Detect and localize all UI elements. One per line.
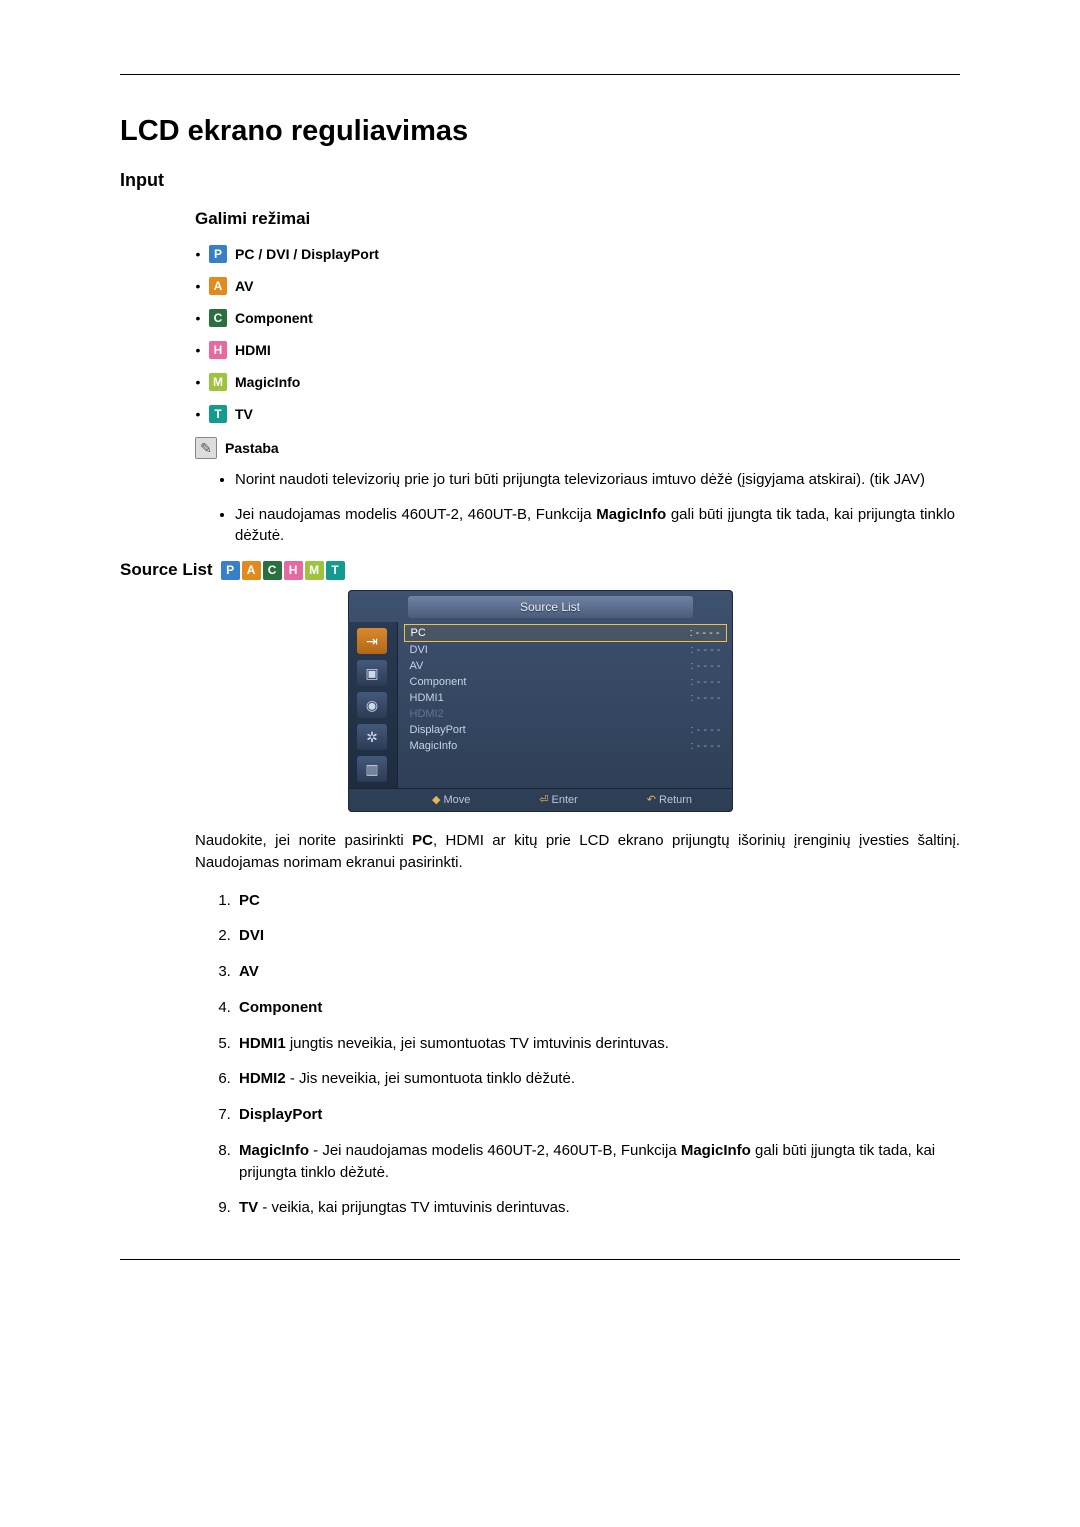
p-icon: P bbox=[209, 245, 227, 263]
t-icon: T bbox=[326, 561, 345, 580]
osd-row: HDMI2 bbox=[404, 706, 727, 722]
note-label: Pastaba bbox=[225, 440, 279, 456]
c-icon: C bbox=[263, 561, 282, 580]
osd-footer: ◆ Move ⏎ Enter ↶ Return bbox=[348, 788, 733, 812]
modes-list: •PPC / DVI / DisplayPort•AAV•CComponent•… bbox=[195, 245, 960, 423]
osd-rows: PC: - - - -DVI: - - - -AV: - - - -Compon… bbox=[398, 622, 733, 788]
m-icon: M bbox=[209, 373, 227, 391]
rule-top bbox=[120, 74, 960, 75]
mode-label: AV bbox=[235, 278, 253, 294]
list-item: Component bbox=[235, 997, 960, 1019]
mode-item: •HHDMI bbox=[195, 341, 960, 359]
osd-foot-return: Return bbox=[659, 794, 692, 806]
icon-strip: P A C H M T bbox=[221, 561, 345, 580]
mode-item: •TTV bbox=[195, 405, 960, 423]
mode-item: •MMagicInfo bbox=[195, 373, 960, 391]
osd-sidebar-multi-icon: ▥ bbox=[357, 756, 387, 782]
t-icon: T bbox=[209, 405, 227, 423]
p-icon: P bbox=[221, 561, 240, 580]
mode-label: MagicInfo bbox=[235, 374, 300, 390]
h-icon: H bbox=[284, 561, 303, 580]
osd-row: AV: - - - - bbox=[404, 658, 727, 674]
h-icon: H bbox=[209, 341, 227, 359]
mode-item: •PPC / DVI / DisplayPort bbox=[195, 245, 960, 263]
list-item: DVI bbox=[235, 925, 960, 947]
osd-header: Source List bbox=[408, 596, 693, 618]
osd-foot-move: Move bbox=[443, 794, 470, 806]
list-item: TV - veikia, kai prijungtas TV imtuvinis… bbox=[235, 1197, 960, 1219]
osd-sidebar: ⇥ ▣ ◉ ✲ ▥ bbox=[348, 622, 398, 788]
mode-label: PC / DVI / DisplayPort bbox=[235, 246, 379, 262]
page-title: LCD ekrano reguliavimas bbox=[120, 115, 960, 148]
rule-bottom bbox=[120, 1259, 960, 1260]
osd-sidebar-picture-icon: ▣ bbox=[357, 660, 387, 686]
source-list-heading: Source List P A C H M T bbox=[120, 560, 960, 580]
a-icon: A bbox=[242, 561, 261, 580]
osd-screenshot: Source List ⇥ ▣ ◉ ✲ ▥ PC: - - - -DVI: - … bbox=[120, 590, 960, 812]
mode-item: •AAV bbox=[195, 277, 960, 295]
osd-row: DisplayPort: - - - - bbox=[404, 722, 727, 738]
note-icon: ✎ bbox=[195, 437, 217, 459]
sub-modes: Galimi režimai bbox=[195, 209, 960, 229]
mode-label: TV bbox=[235, 406, 253, 422]
osd-sidebar-setup-icon: ✲ bbox=[357, 724, 387, 750]
list-item: HDMI1 jungtis neveikia, jei sumontuotas … bbox=[235, 1033, 960, 1055]
osd-row: MagicInfo: - - - - bbox=[404, 738, 727, 754]
source-list-title: Source List bbox=[120, 560, 213, 580]
osd-sidebar-input-icon: ⇥ bbox=[357, 628, 387, 654]
list-item: PC bbox=[235, 890, 960, 912]
osd-row: PC: - - - - bbox=[404, 624, 727, 642]
mode-label: Component bbox=[235, 310, 313, 326]
note-item: Norint naudoti televizorių prie jo turi … bbox=[235, 469, 955, 490]
list-item: HDMI2 - Jis neveikia, jei sumontuota tin… bbox=[235, 1068, 960, 1090]
osd-row: HDMI1: - - - - bbox=[404, 690, 727, 706]
osd-sidebar-sound-icon: ◉ bbox=[357, 692, 387, 718]
numbered-list: PC DVI AV Component HDMI1 jungtis neveikia, … bbox=[235, 890, 960, 1220]
source-list-paragraph: Naudokite, jei norite pasirinkti PC, HDM… bbox=[195, 830, 960, 874]
osd-foot-enter: Enter bbox=[552, 794, 578, 806]
note-item: Jei naudojamas modelis 460UT-2, 460UT-B,… bbox=[235, 504, 955, 546]
note-row: ✎ Pastaba bbox=[195, 437, 960, 459]
osd-row: DVI: - - - - bbox=[404, 642, 727, 658]
list-item: AV bbox=[235, 961, 960, 983]
c-icon: C bbox=[209, 309, 227, 327]
mode-item: •CComponent bbox=[195, 309, 960, 327]
note-list: Norint naudoti televizorių prie jo turi … bbox=[235, 469, 960, 546]
mode-label: HDMI bbox=[235, 342, 271, 358]
section-input: Input bbox=[120, 170, 960, 191]
list-item: MagicInfo - Jei naudojamas modelis 460UT… bbox=[235, 1140, 960, 1184]
m-icon: M bbox=[305, 561, 324, 580]
osd-row: Component: - - - - bbox=[404, 674, 727, 690]
a-icon: A bbox=[209, 277, 227, 295]
list-item: DisplayPort bbox=[235, 1104, 960, 1126]
